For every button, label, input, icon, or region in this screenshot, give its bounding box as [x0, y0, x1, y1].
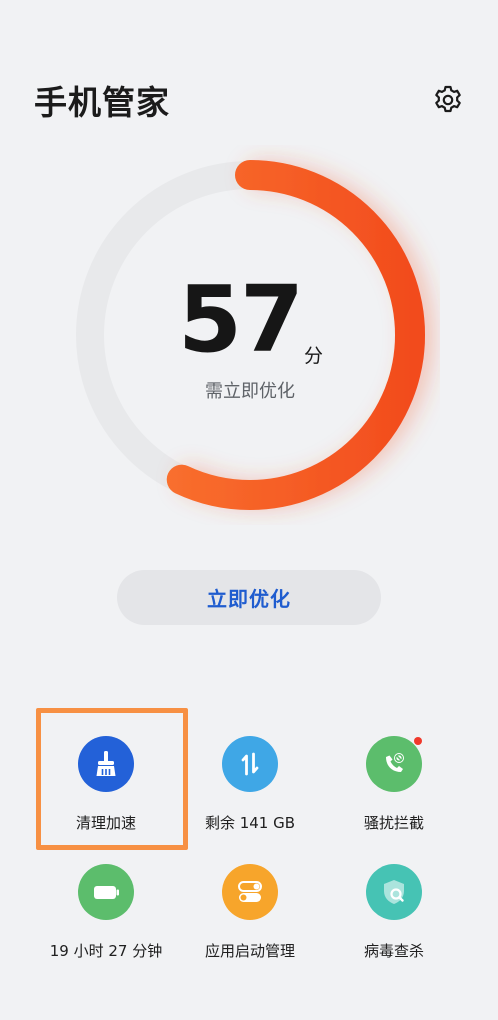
- optimize-now-button[interactable]: 立即优化: [117, 570, 381, 625]
- score-ring: 57 分 需立即优化: [60, 145, 440, 525]
- score-value: 57: [177, 266, 304, 373]
- storage-transfer-icon: [222, 736, 278, 792]
- tile-harassment-block[interactable]: 骚扰拦截: [322, 708, 466, 836]
- score-unit: 分: [304, 345, 324, 367]
- tile-label: 剩余 141 GB: [204, 814, 296, 832]
- settings-button[interactable]: [428, 80, 468, 120]
- virus-scan-shield-icon: [366, 864, 422, 920]
- battery-icon: [78, 864, 134, 920]
- tile-label: 病毒查杀: [363, 942, 424, 960]
- tile-app-launch[interactable]: 应用启动管理: [178, 836, 322, 964]
- tile-label: 骚扰拦截: [363, 814, 424, 832]
- broom-icon: [78, 736, 134, 792]
- score-status: 需立即优化: [205, 381, 295, 402]
- gear-icon: [435, 85, 461, 113]
- tile-battery[interactable]: 19 小时 27 分钟: [34, 836, 178, 964]
- notification-badge: [414, 737, 422, 745]
- tile-label: 清理加速: [75, 814, 136, 832]
- app-launch-toggle-icon: [222, 864, 278, 920]
- page-title: 手机管家: [34, 83, 170, 122]
- tile-clean-speedup[interactable]: 清理加速: [34, 708, 178, 836]
- phone-manager-screen: 手机管家 57 分 需立即优化 立即优化 清理加速 剩余 141 GB 骚扰拦截…: [0, 0, 498, 1020]
- tile-virus-scan[interactable]: 病毒查杀: [322, 836, 466, 964]
- tile-label: 19 小时 27 分钟: [49, 942, 163, 960]
- tile-label: 应用启动管理: [204, 942, 295, 960]
- blocked-call-icon: [366, 736, 422, 792]
- tile-storage[interactable]: 剩余 141 GB: [178, 708, 322, 836]
